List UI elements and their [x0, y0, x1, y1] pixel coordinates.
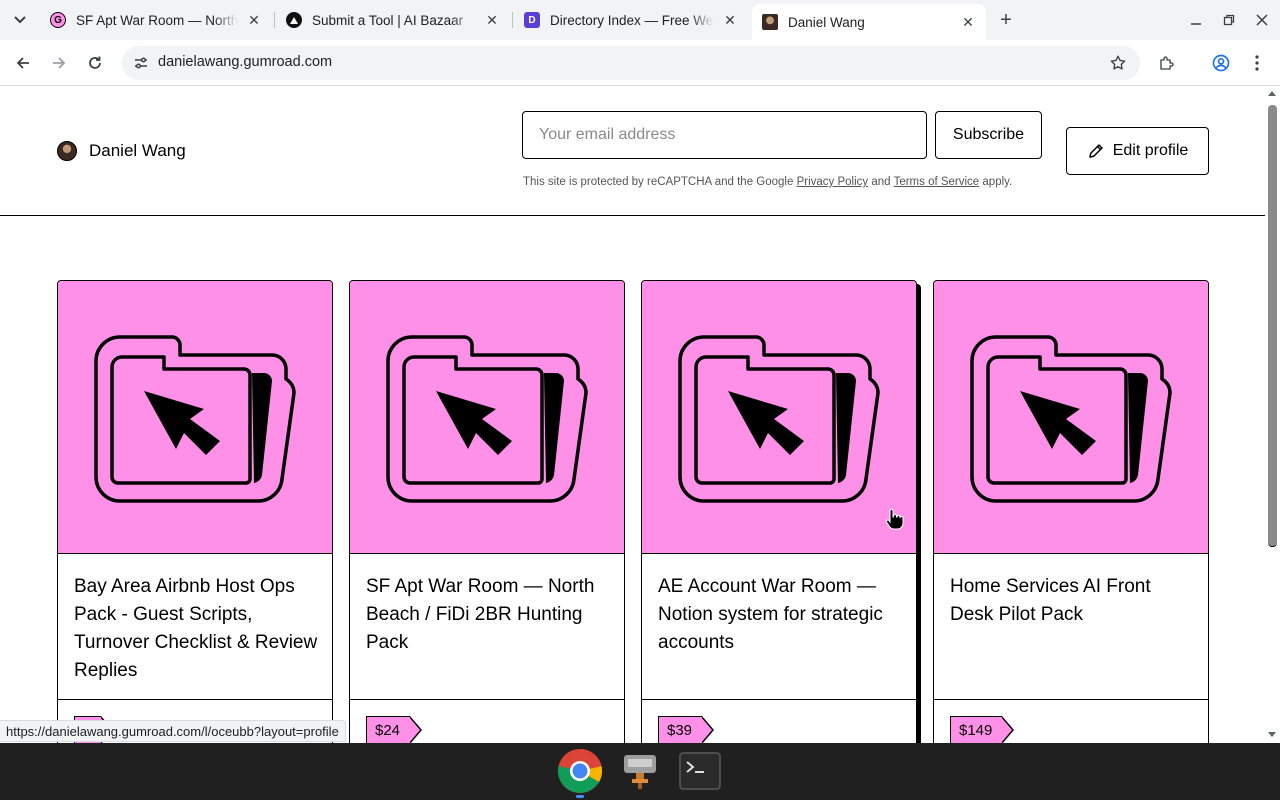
pencil-icon — [1087, 142, 1105, 160]
product-title[interactable]: AE Account War Room — Notion system for … — [658, 573, 902, 657]
edit-profile-button[interactable]: Edit profile — [1066, 127, 1209, 175]
recaptcha-notice: This site is protected by reCAPTCHA and … — [523, 176, 1012, 188]
folder-cursor-icon — [386, 335, 588, 503]
tab-ai-bazaar[interactable]: Submit a Tool | AI Bazaar ✕ — [276, 6, 510, 34]
tab-strip: G SF Apt War Room — North Beach / FiDi 2… — [0, 0, 1280, 40]
divider — [934, 699, 1208, 700]
maximize-icon[interactable] — [1217, 8, 1241, 32]
profile-account-icon[interactable] — [1207, 49, 1235, 77]
product-card[interactable]: Bay Area Airbnb Host Ops Pack - Guest Sc… — [57, 280, 333, 743]
divider — [58, 699, 332, 700]
address-bar[interactable]: danielawang.gumroad.com — [122, 46, 1140, 80]
price-tag-tip — [701, 716, 715, 743]
tab-title: Directory Index — Free Web Directory — [550, 12, 714, 28]
forward-arrow-icon[interactable] — [45, 49, 73, 77]
extensions-puzzle-icon[interactable] — [1153, 49, 1181, 77]
terminal-icon[interactable] — [677, 748, 723, 794]
product-card[interactable]: AE Account War Room — Notion system for … — [641, 280, 917, 743]
scroll-up-arrow-icon[interactable] — [1268, 91, 1276, 96]
gumroad-g-icon: G — [50, 12, 66, 28]
triangle-icon — [286, 12, 302, 28]
chrome-icon[interactable] — [557, 748, 603, 794]
browser-toolbar: danielawang.gumroad.com — [0, 40, 1280, 86]
product-thumbnail — [642, 281, 916, 554]
tab-separator — [512, 12, 513, 28]
recaptcha-suffix: apply. — [982, 176, 1013, 188]
tab-search-chevron-icon[interactable] — [6, 8, 34, 32]
profile-header: Daniel Wang Subscribe This site is prote… — [0, 87, 1265, 216]
link-status-bar: https://danielawang.gumroad.com/l/oceubb… — [0, 720, 346, 742]
url-text: danielawang.gumroad.com — [158, 54, 333, 70]
avatar — [57, 141, 77, 161]
email-input[interactable] — [522, 111, 927, 159]
bookmark-star-icon[interactable] — [1108, 53, 1128, 73]
product-thumbnail — [934, 281, 1208, 554]
tab-directory-index[interactable]: D Directory Index — Free Web Directory ✕ — [514, 6, 748, 34]
terms-of-service-link[interactable]: Terms of Service — [894, 176, 980, 188]
tab-separator — [274, 12, 275, 28]
folder-cursor-icon — [94, 335, 296, 503]
price-value: $39 — [658, 716, 703, 743]
page-content: Daniel Wang Subscribe This site is prote… — [0, 87, 1265, 743]
os-taskbar — [0, 743, 1280, 800]
product-thumbnail — [350, 281, 624, 554]
recaptcha-and: and — [871, 176, 891, 188]
price-tag: $39 — [658, 716, 715, 743]
divider — [642, 699, 916, 700]
price-tag: $149 — [950, 716, 1015, 743]
d-letter-icon: D — [524, 12, 540, 28]
tab-title: SF Apt War Room — North Beach / FiDi 2BR… — [76, 12, 238, 28]
edit-profile-label: Edit profile — [1112, 142, 1189, 159]
minimize-icon[interactable] — [1184, 8, 1208, 32]
folder-cursor-icon — [970, 335, 1172, 503]
close-tab-icon[interactable]: ✕ — [960, 14, 976, 30]
creator-profile[interactable]: Daniel Wang — [57, 141, 186, 161]
close-tab-icon[interactable]: ✕ — [722, 12, 738, 28]
profile-photo-icon — [762, 14, 778, 30]
site-info-icon[interactable] — [132, 54, 150, 72]
new-tab-icon[interactable]: + — [994, 8, 1018, 32]
hand-pointer-cursor-icon — [885, 509, 904, 530]
close-window-icon[interactable] — [1250, 8, 1274, 32]
more-menu-icon[interactable] — [1243, 49, 1271, 77]
privacy-policy-link[interactable]: Privacy Policy — [797, 176, 869, 188]
price-value: $149 — [950, 716, 1003, 743]
reload-icon[interactable] — [81, 49, 109, 77]
tab-title: Daniel Wang — [788, 14, 865, 30]
price-tag-tip — [409, 716, 423, 743]
price-value: $24 — [366, 716, 411, 743]
subscribe-button[interactable]: Subscribe — [935, 111, 1042, 159]
close-tab-icon[interactable]: ✕ — [246, 12, 262, 28]
creator-name: Daniel Wang — [89, 141, 186, 160]
tab-title: Submit a Tool | AI Bazaar — [312, 12, 464, 28]
scrollbar-thumb[interactable] — [1268, 105, 1277, 547]
product-title[interactable]: SF Apt War Room — North Beach / FiDi 2BR… — [366, 573, 610, 657]
back-arrow-icon[interactable] — [9, 49, 37, 77]
recaptcha-prefix: This site is protected by reCAPTCHA and … — [523, 176, 794, 188]
active-app-indicator — [576, 795, 584, 798]
price-tag-tip — [1001, 716, 1015, 743]
folder-cursor-icon — [678, 335, 880, 503]
product-card[interactable]: Home Services AI Front Desk Pilot Pack $… — [933, 280, 1209, 743]
scroll-down-arrow-icon[interactable] — [1268, 732, 1276, 737]
tab-sf-apt[interactable]: G SF Apt War Room — North Beach / FiDi 2… — [40, 6, 272, 34]
tab-daniel-wang[interactable]: Daniel Wang ✕ — [752, 4, 986, 40]
page-scrollbar[interactable] — [1265, 87, 1280, 743]
product-title[interactable]: Home Services AI Front Desk Pilot Pack — [950, 573, 1194, 629]
files-icon[interactable] — [617, 748, 663, 794]
close-tab-icon[interactable]: ✕ — [484, 12, 500, 28]
divider — [350, 699, 624, 700]
product-thumbnail — [58, 281, 332, 554]
price-tag: $24 — [366, 716, 423, 743]
product-title[interactable]: Bay Area Airbnb Host Ops Pack - Guest Sc… — [74, 573, 318, 685]
product-card[interactable]: SF Apt War Room — North Beach / FiDi 2BR… — [349, 280, 625, 743]
